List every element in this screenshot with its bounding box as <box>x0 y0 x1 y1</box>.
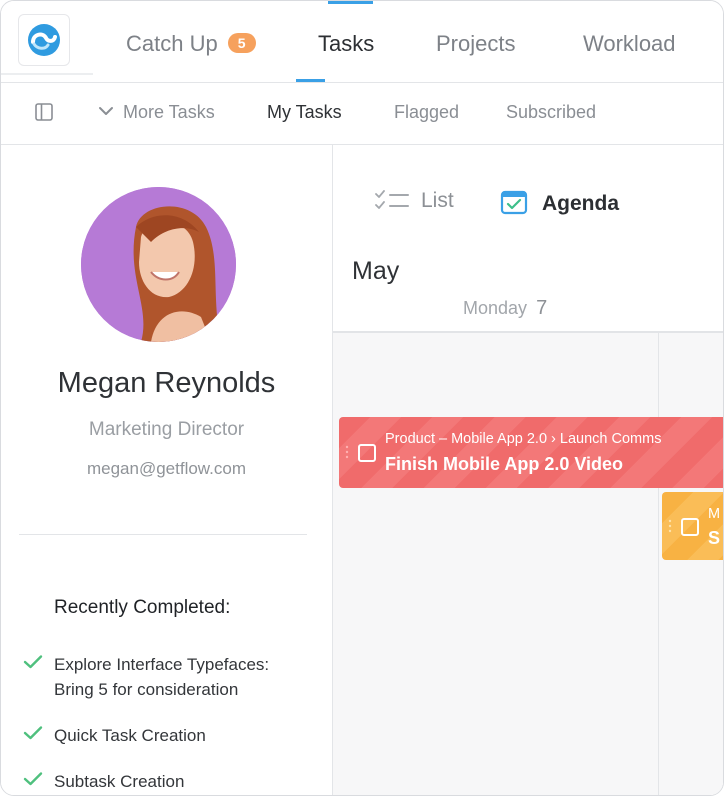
list-icon <box>375 190 409 209</box>
calendar-day-header: Monday 7 <box>463 297 547 320</box>
tab-label: Projects <box>436 31 516 56</box>
tab-tasks[interactable]: Tasks <box>318 31 374 57</box>
tab-label: Tasks <box>318 31 375 56</box>
tab-label: Catch Up <box>126 31 218 56</box>
completed-task-label: Quick Task Creation <box>54 726 206 745</box>
completed-task-label: Explore Interface Typefaces: Bring 5 for… <box>54 655 270 699</box>
catch-up-count-badge: 5 <box>227 33 256 53</box>
calendar-check-icon <box>500 190 528 215</box>
subtab-more-tasks[interactable]: More Tasks <box>97 102 215 123</box>
calendar-event[interactable]: M S <box>662 492 723 560</box>
drag-handle-icon[interactable] <box>345 445 349 459</box>
checkmark-icon <box>23 772 43 786</box>
subtab-label: Subscribed <box>506 102 597 122</box>
task-checkbox[interactable] <box>358 444 376 462</box>
completed-task[interactable]: Explore Interface Typefaces: Bring 5 for… <box>23 652 323 704</box>
avatar[interactable] <box>81 187 236 342</box>
chevron-down-icon <box>99 107 113 115</box>
subtab-subscribed[interactable]: Subscribed <box>506 102 596 123</box>
view-agenda-button[interactable]: Agenda <box>500 189 619 216</box>
event-title: S <box>708 528 721 548</box>
recently-completed-heading: Recently Completed: <box>54 597 231 618</box>
user-portrait-icon <box>81 187 236 342</box>
profile-role: Marketing Director <box>88 419 245 440</box>
calendar-month: May <box>352 257 400 285</box>
top-nav: Catch Up 5 Tasks Projects Workload <box>1 1 723 83</box>
subtab-label: My Tasks <box>267 102 342 122</box>
subtab-my-tasks[interactable]: My Tasks <box>267 102 342 123</box>
subtab-label: Flagged <box>394 102 460 122</box>
tab-top-indicator <box>328 1 373 4</box>
task-checkbox[interactable] <box>681 518 699 536</box>
day-column-divider <box>658 333 659 795</box>
view-list-button[interactable]: List <box>375 189 454 213</box>
subtab-label: More Tasks <box>123 102 215 122</box>
completed-task[interactable]: Subtask Creation <box>23 769 323 795</box>
event-breadcrumb: M <box>708 506 721 522</box>
app-window: Catch Up 5 Tasks Projects Workload More T… <box>0 0 724 796</box>
checkmark-icon <box>23 655 43 669</box>
event-breadcrumb: Product – Mobile App 2.0 › Launch Comms <box>385 431 662 447</box>
completed-task[interactable]: Quick Task Creation <box>23 723 323 749</box>
active-tab-indicator <box>296 79 325 82</box>
view-list-label: List <box>421 189 454 212</box>
calendar-event[interactable]: Product – Mobile App 2.0 › Launch Comms … <box>339 417 723 488</box>
flow-logo-icon <box>28 24 60 56</box>
profile-email[interactable]: megan@getflow.com <box>1 459 332 479</box>
view-agenda-label: Agenda <box>542 192 620 215</box>
profile-name: Megan Reynolds <box>57 367 276 399</box>
app-logo[interactable] <box>18 14 70 66</box>
tab-catch-up[interactable]: Catch Up 5 <box>126 31 256 57</box>
tab-workload[interactable]: Workload <box>583 31 676 57</box>
tab-projects[interactable]: Projects <box>436 31 515 57</box>
logo-divider <box>1 73 93 75</box>
subtab-flagged[interactable]: Flagged <box>394 102 459 123</box>
agenda-panel: List Agenda May Monday 7 Product – Mobil… <box>333 145 723 795</box>
section-divider <box>19 534 307 535</box>
calendar-grid: Product – Mobile App 2.0 › Launch Comms … <box>333 333 723 795</box>
completed-task-label: Subtask Creation <box>54 772 185 791</box>
profile-panel: Megan Reynolds Marketing Director megan@… <box>1 145 333 795</box>
sub-nav: More Tasks My Tasks Flagged Subscribed <box>1 83 723 145</box>
checkmark-icon <box>23 726 43 740</box>
day-number: 7 <box>536 297 548 319</box>
day-name: Monday <box>463 298 528 318</box>
sidebar-toggle-icon[interactable] <box>35 103 53 121</box>
event-title: Finish Mobile App 2.0 Video <box>385 454 624 474</box>
tab-label: Workload <box>583 31 676 56</box>
drag-handle-icon[interactable] <box>668 519 672 533</box>
